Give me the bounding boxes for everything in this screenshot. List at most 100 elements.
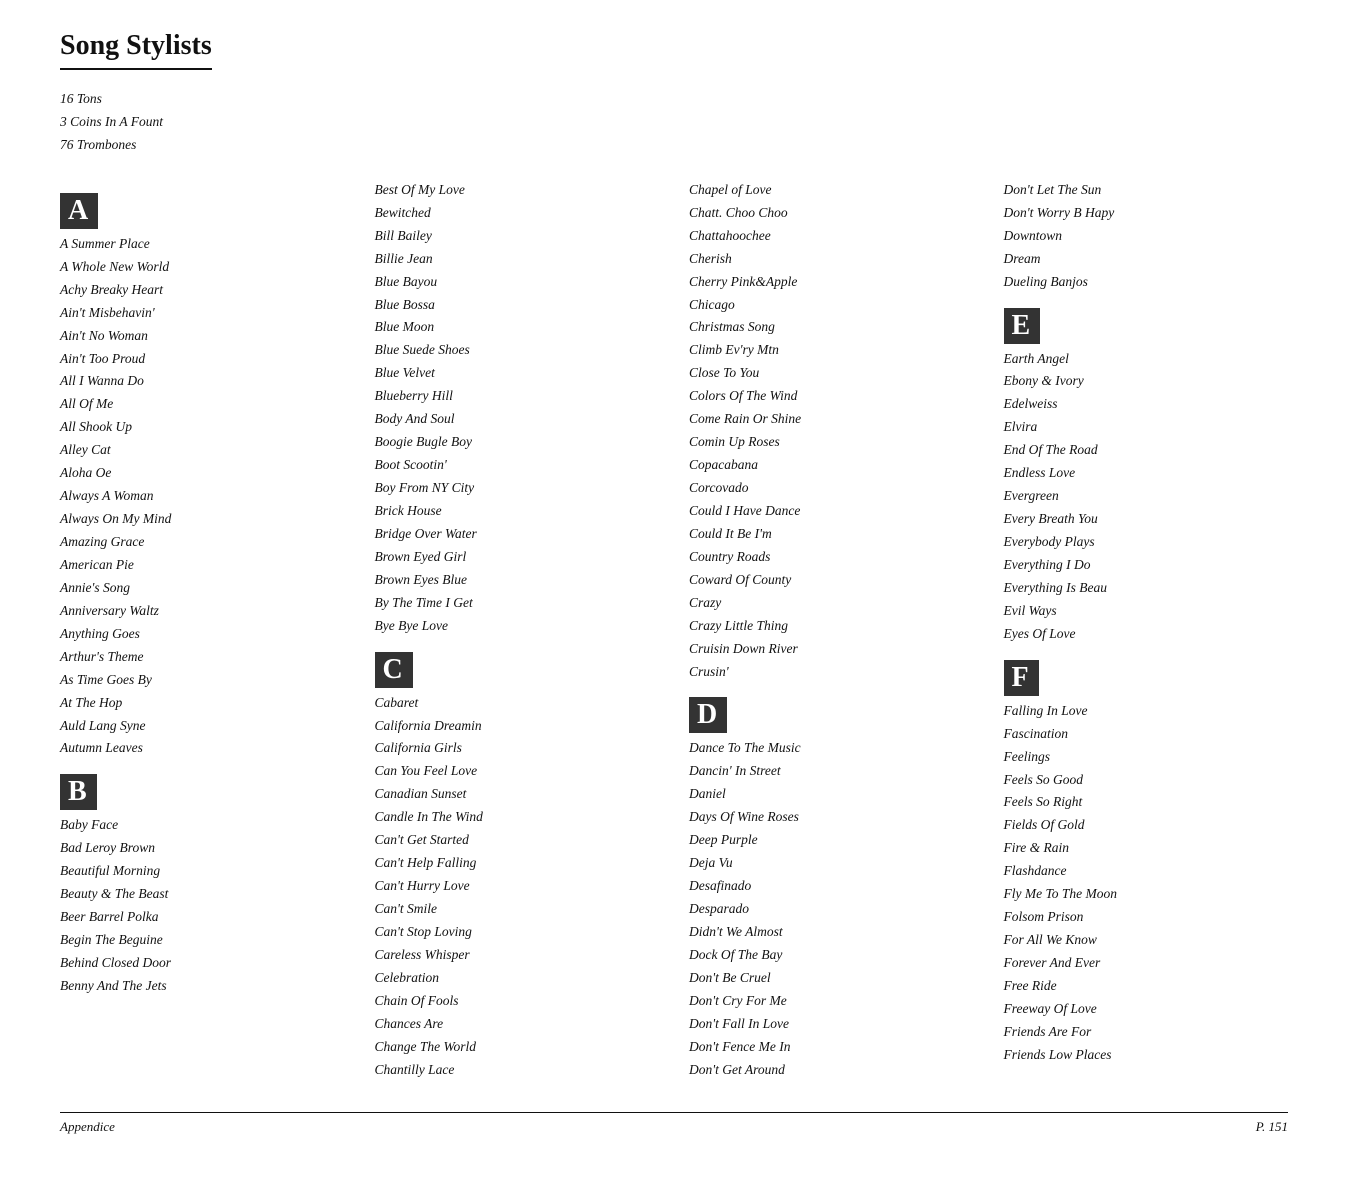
list-item: Ebony & Ivory bbox=[1004, 370, 1289, 393]
list-item: Careless Whisper bbox=[375, 944, 660, 967]
list-item: Evil Ways bbox=[1004, 600, 1289, 623]
list-item: Chain Of Fools bbox=[375, 990, 660, 1013]
list-item: Every Breath You bbox=[1004, 508, 1289, 531]
list-item: Don't Fall In Love bbox=[689, 1013, 974, 1036]
list-item: Close To You bbox=[689, 362, 974, 385]
list-item: Falling In Love bbox=[1004, 700, 1289, 723]
list-item: Come Rain Or Shine bbox=[689, 408, 974, 431]
list-item: End Of The Road bbox=[1004, 439, 1289, 462]
list-item: Flashdance bbox=[1004, 860, 1289, 883]
list-item: All Of Me bbox=[60, 393, 345, 416]
list-item: Ain't Too Proud bbox=[60, 348, 345, 371]
list-item: Crazy Little Thing bbox=[689, 615, 974, 638]
list-item: Everything Is Beau bbox=[1004, 577, 1289, 600]
list-item: Fields Of Gold bbox=[1004, 814, 1289, 837]
list-item: Could I Have Dance bbox=[689, 500, 974, 523]
list-item: Chances Are bbox=[375, 1013, 660, 1036]
list-item: Forever And Ever bbox=[1004, 952, 1289, 975]
song-list-3-0: Don't Let The SunDon't Worry B HapyDownt… bbox=[1004, 179, 1289, 294]
song-list-1-0: Best Of My LoveBewitchedBill BaileyBilli… bbox=[375, 179, 660, 638]
list-item: Don't Worry B Hapy bbox=[1004, 202, 1289, 225]
song-list-3-1: Earth AngelEbony & IvoryEdelweissElviraE… bbox=[1004, 348, 1289, 646]
list-item: Cherish bbox=[689, 248, 974, 271]
list-item: Everything I Do bbox=[1004, 554, 1289, 577]
list-item: Colors Of The Wind bbox=[689, 385, 974, 408]
section-letter-E: E bbox=[1004, 308, 1041, 344]
list-item: Freeway Of Love bbox=[1004, 998, 1289, 1021]
list-item: Celebration bbox=[375, 967, 660, 990]
list-item: Evergreen bbox=[1004, 485, 1289, 508]
section-letter-D: D bbox=[689, 697, 727, 733]
section-letter-F: F bbox=[1004, 660, 1039, 696]
list-item: Feelings bbox=[1004, 746, 1289, 769]
list-item: Feels So Good bbox=[1004, 769, 1289, 792]
list-item: Don't Get Around bbox=[689, 1059, 974, 1082]
list-item: Always On My Mind bbox=[60, 508, 345, 531]
list-item: Fire & Rain bbox=[1004, 837, 1289, 860]
section-letter-C: C bbox=[375, 652, 413, 688]
list-item: Beauty & The Beast bbox=[60, 883, 345, 906]
list-item: Bill Bailey bbox=[375, 225, 660, 248]
list-item: Christmas Song bbox=[689, 316, 974, 339]
list-item: By The Time I Get bbox=[375, 592, 660, 615]
list-item: Change The World bbox=[375, 1036, 660, 1059]
list-item: Begin The Beguine bbox=[60, 929, 345, 952]
list-item: Elvira bbox=[1004, 416, 1289, 439]
list-item: Dancin' In Street bbox=[689, 760, 974, 783]
list-item: Deep Purple bbox=[689, 829, 974, 852]
list-item: Always A Woman bbox=[60, 485, 345, 508]
song-list-3-2: Falling In LoveFascinationFeelingsFeels … bbox=[1004, 700, 1289, 1067]
list-item: Blue Suede Shoes bbox=[375, 339, 660, 362]
list-item: Can't Stop Loving bbox=[375, 921, 660, 944]
list-item: Don't Be Cruel bbox=[689, 967, 974, 990]
list-item: Cherry Pink&Apple bbox=[689, 271, 974, 294]
list-item: Daniel bbox=[689, 783, 974, 806]
song-list-2-0: Chapel of LoveChatt. Choo ChooChattahooc… bbox=[689, 179, 974, 684]
song-list-2-1: Dance To The MusicDancin' In StreetDanie… bbox=[689, 737, 974, 1081]
list-item: Didn't We Almost bbox=[689, 921, 974, 944]
list-item: Can't Help Falling bbox=[375, 852, 660, 875]
list-item: Brown Eyed Girl bbox=[375, 546, 660, 569]
list-item: Boot Scootin' bbox=[375, 454, 660, 477]
list-item: Candle In The Wind bbox=[375, 806, 660, 829]
intro-songs: 16 Tons 3 Coins In A Fount 76 Trombones bbox=[60, 88, 1288, 157]
list-item: Comin Up Roses bbox=[689, 431, 974, 454]
list-item: Boy From NY City bbox=[375, 477, 660, 500]
column-1: Best Of My LoveBewitchedBill BaileyBilli… bbox=[375, 179, 660, 1082]
list-item: Ain't No Woman bbox=[60, 325, 345, 348]
list-item: Aloha Oe bbox=[60, 462, 345, 485]
list-item: Blueberry Hill bbox=[375, 385, 660, 408]
list-item: Auld Lang Syne bbox=[60, 715, 345, 738]
list-item: Brick House bbox=[375, 500, 660, 523]
section-letter-B: B bbox=[60, 774, 97, 810]
page-title: Song Stylists bbox=[60, 30, 212, 70]
list-item: Everybody Plays bbox=[1004, 531, 1289, 554]
list-item: Billie Jean bbox=[375, 248, 660, 271]
list-item: Fascination bbox=[1004, 723, 1289, 746]
list-item: Can't Get Started bbox=[375, 829, 660, 852]
list-item: Amazing Grace bbox=[60, 531, 345, 554]
list-item: Don't Let The Sun bbox=[1004, 179, 1289, 202]
list-item: Eyes Of Love bbox=[1004, 623, 1289, 646]
list-item: Free Ride bbox=[1004, 975, 1289, 998]
list-item: Anniversary Waltz bbox=[60, 600, 345, 623]
list-item: Dream bbox=[1004, 248, 1289, 271]
list-item: All Shook Up bbox=[60, 416, 345, 439]
list-item: Annie's Song bbox=[60, 577, 345, 600]
column-0: AA Summer PlaceA Whole New WorldAchy Bre… bbox=[60, 179, 345, 1082]
list-item: Downtown bbox=[1004, 225, 1289, 248]
list-item: Beer Barrel Polka bbox=[60, 906, 345, 929]
list-item: Edelweiss bbox=[1004, 393, 1289, 416]
list-item: Ain't Misbehavin' bbox=[60, 302, 345, 325]
footer: Appendice P. 151 bbox=[60, 1112, 1288, 1135]
list-item: Copacabana bbox=[689, 454, 974, 477]
list-item: As Time Goes By bbox=[60, 669, 345, 692]
list-item: Can't Smile bbox=[375, 898, 660, 921]
list-item: Dueling Banjos bbox=[1004, 271, 1289, 294]
list-item: Chicago bbox=[689, 294, 974, 317]
list-item: Chatt. Choo Choo bbox=[689, 202, 974, 225]
list-item: Desparado bbox=[689, 898, 974, 921]
list-item: American Pie bbox=[60, 554, 345, 577]
song-list-1-1: CabaretCalifornia DreaminCalifornia Girl… bbox=[375, 692, 660, 1082]
list-item: A Summer Place bbox=[60, 233, 345, 256]
